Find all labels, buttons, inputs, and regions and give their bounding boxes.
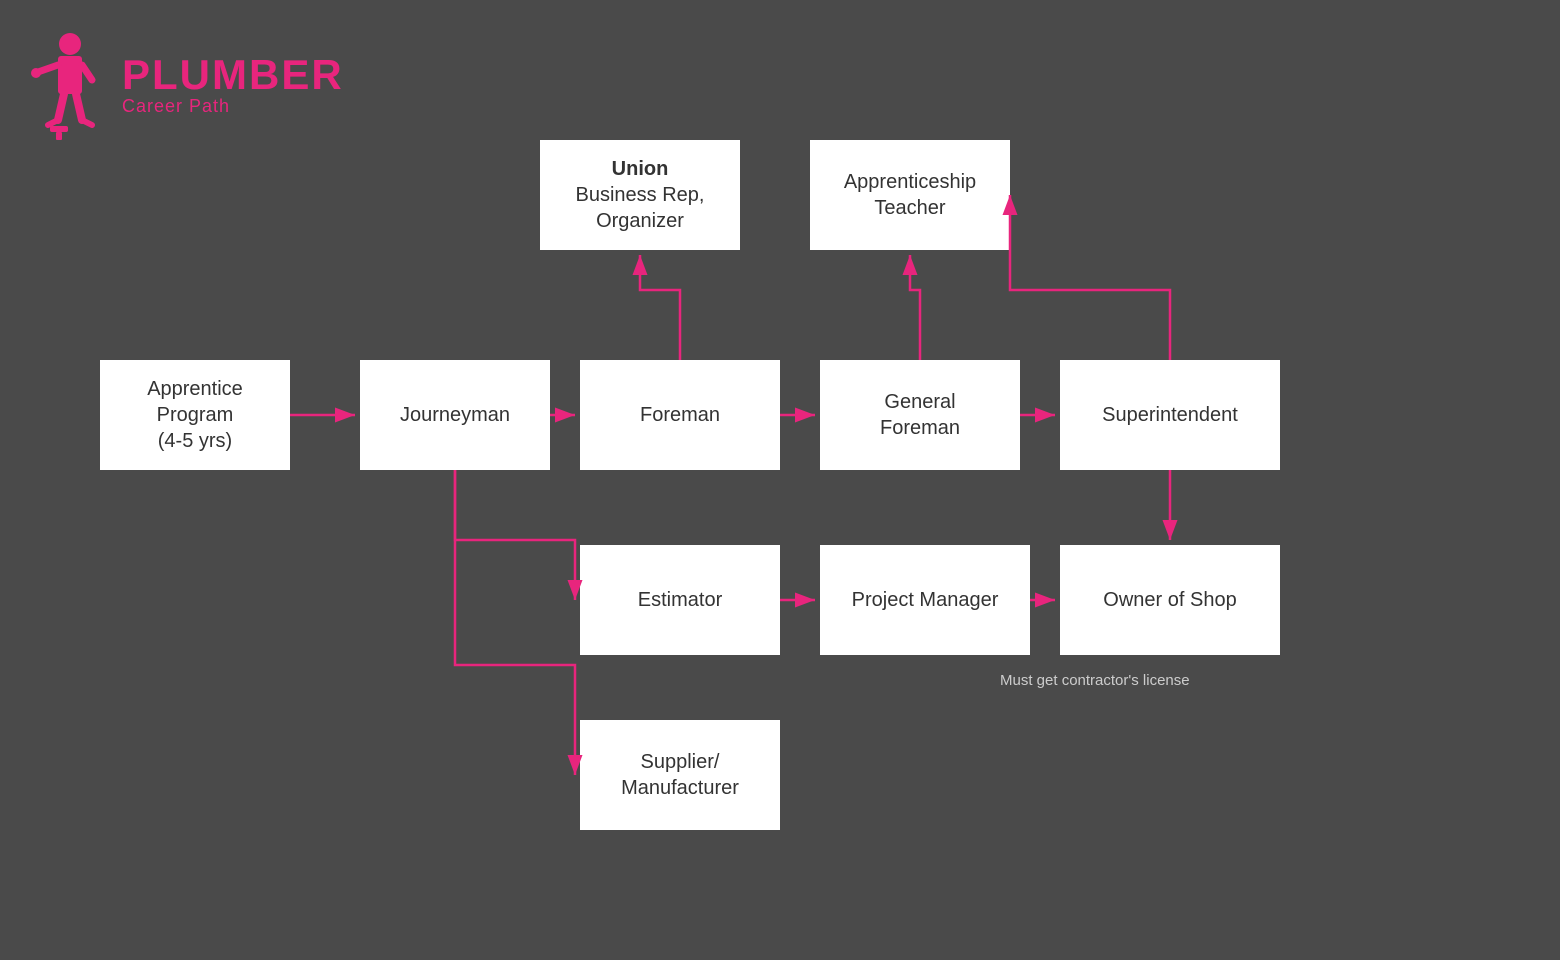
supplier-box: Supplier/Manufacturer bbox=[580, 720, 780, 830]
apprentice-text: ApprenticeProgram(4-5 yrs) bbox=[147, 376, 243, 454]
header: PLUMBER Career Path bbox=[30, 30, 344, 140]
owner-of-shop-box: Owner of Shop bbox=[1060, 545, 1280, 655]
foreman-text: Foreman bbox=[640, 402, 720, 428]
foreman-box: Foreman bbox=[580, 360, 780, 470]
title-block: PLUMBER Career Path bbox=[122, 54, 344, 117]
superintendent-box: Superintendent bbox=[1060, 360, 1280, 470]
journeyman-text: Journeyman bbox=[400, 402, 510, 428]
superintendent-text: Superintendent bbox=[1102, 402, 1238, 428]
journeyman-box: Journeyman bbox=[360, 360, 550, 470]
title-plumber: PLUMBER bbox=[122, 54, 344, 96]
general-foreman-box: GeneralForeman bbox=[820, 360, 1020, 470]
apprentice-box: ApprenticeProgram(4-5 yrs) bbox=[100, 360, 290, 470]
union-text: UnionBusiness Rep,Organizer bbox=[576, 156, 705, 234]
project-manager-text: Project Manager bbox=[852, 587, 999, 613]
estimator-box: Estimator bbox=[580, 545, 780, 655]
owner-of-shop-text: Owner of Shop bbox=[1103, 587, 1236, 613]
estimator-text: Estimator bbox=[638, 587, 722, 613]
apprenticeship-teacher-box: ApprenticeshipTeacher bbox=[810, 140, 1010, 250]
title-career: Career Path bbox=[122, 96, 344, 117]
project-manager-box: Project Manager bbox=[820, 545, 1030, 655]
general-foreman-text: GeneralForeman bbox=[880, 389, 960, 441]
union-box: UnionBusiness Rep,Organizer bbox=[540, 140, 740, 250]
connector-svg bbox=[0, 0, 1560, 960]
plumber-icon bbox=[30, 30, 110, 140]
contractor-license-note: Must get contractor's license bbox=[1000, 672, 1190, 689]
apprenticeship-teacher-text: ApprenticeshipTeacher bbox=[844, 169, 976, 221]
supplier-text: Supplier/Manufacturer bbox=[621, 749, 739, 801]
